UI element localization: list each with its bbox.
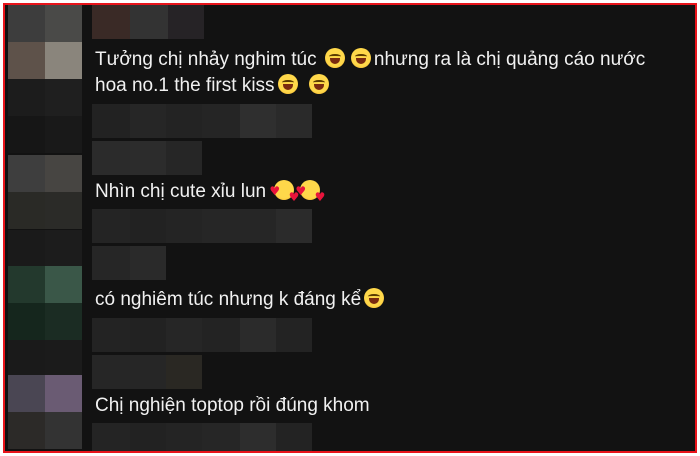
pixelated-actions xyxy=(92,104,312,138)
avatar[interactable] xyxy=(8,155,82,229)
avatar[interactable] xyxy=(8,5,82,42)
avatar[interactable] xyxy=(8,375,82,449)
laugh-emoji xyxy=(324,48,345,68)
avatar[interactable] xyxy=(8,266,82,340)
smiling-face-with-hearts-emoji xyxy=(295,176,325,212)
comment-text: có nghiêm túc nhưng k đáng kể xyxy=(95,285,387,315)
comment-text-part: hoa no.1 the first kiss xyxy=(95,75,275,96)
comment-text-part: nhưng ra là chị quảng cáo nước xyxy=(373,49,646,70)
avatar-shadow xyxy=(8,230,82,267)
avatar-shadow xyxy=(8,116,82,153)
comment-text-part: Nhìn chị cute xỉu lun xyxy=(95,181,267,202)
pixelated-username xyxy=(92,5,204,39)
comment-text-part: có nghiêm túc nhưng k đáng kể xyxy=(95,289,362,310)
comment-text: Chị nghiện toptop rồi đúng khom xyxy=(95,391,370,421)
pixelated-username xyxy=(92,246,166,280)
screenshot-frame: Tưởng chị nhảy nghim túc nhưng ra là chị… xyxy=(3,3,697,453)
pixelated-username xyxy=(92,141,202,175)
comment-text-part: Chị nghiện toptop rồi đúng khom xyxy=(95,395,370,416)
comment-text: Nhìn chị cute xỉu lun xyxy=(95,176,325,212)
pixelated-actions xyxy=(92,423,312,451)
laugh-emoji xyxy=(350,48,371,68)
avatar-shadow xyxy=(8,340,82,377)
comment-text: hoa no.1 the first kiss xyxy=(95,71,332,101)
smiling-face-with-hearts-emoji xyxy=(269,176,299,212)
pixelated-actions xyxy=(92,209,312,243)
pixelated-username xyxy=(92,355,202,389)
laugh-emoji xyxy=(277,74,298,94)
laugh-emoji xyxy=(364,288,385,308)
pixelated-actions xyxy=(92,318,312,352)
laugh-emoji xyxy=(308,74,329,94)
avatar[interactable] xyxy=(8,42,82,116)
comment-text-part: Tưởng chị nhảy nghim túc xyxy=(95,49,317,70)
